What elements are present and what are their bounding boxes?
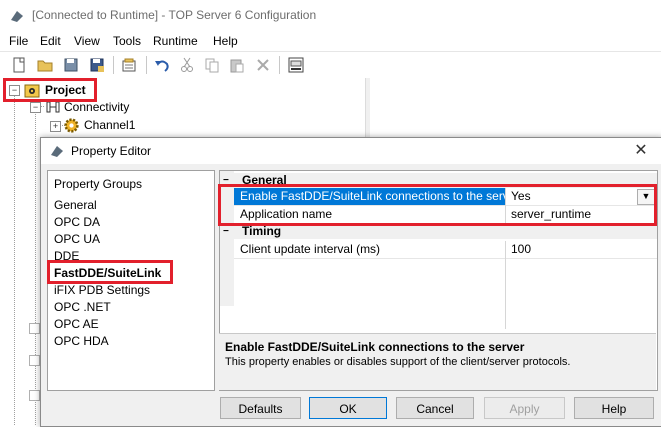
group-general[interactable]: General: [54, 198, 97, 212]
apply-button[interactable]: Apply: [484, 397, 565, 419]
tree-expand-toggle[interactable]: [29, 390, 40, 401]
delete-icon[interactable]: [254, 56, 272, 74]
app-icon: [11, 11, 23, 22]
tree-item-connectivity[interactable]: Connectivity: [64, 100, 129, 114]
tree-guide-line: [14, 96, 15, 425]
menu-view[interactable]: View: [74, 34, 100, 48]
property-editor-dialog: Property Editor ✕ Property Groups Genera…: [40, 137, 661, 427]
tree-guide-line: [35, 112, 36, 425]
property-value-client-interval[interactable]: 100: [511, 242, 531, 256]
properties-icon[interactable]: [120, 56, 138, 74]
toolbar-separator: [279, 56, 280, 74]
menu-edit[interactable]: Edit: [40, 34, 61, 48]
toolbar-separator: [113, 56, 114, 74]
cut-icon[interactable]: [178, 56, 196, 74]
dialog-title: Property Editor: [71, 144, 152, 158]
dialog-title-bar: Property Editor ✕: [41, 138, 661, 164]
menu-runtime[interactable]: Runtime: [153, 34, 198, 48]
menu-help[interactable]: Help: [213, 34, 238, 48]
category-timing[interactable]: − Timing: [220, 224, 657, 239]
property-description: Enable FastDDE/SuiteLink connections to …: [219, 333, 656, 390]
undo-icon[interactable]: [153, 56, 171, 74]
description-title: Enable FastDDE/SuiteLink connections to …: [225, 340, 525, 354]
open-icon[interactable]: [36, 56, 54, 74]
toolbar: [0, 51, 661, 79]
property-groups-header: Property Groups: [54, 177, 143, 191]
description-text: This property enables or disables suppor…: [225, 356, 571, 368]
ok-button[interactable]: OK: [309, 397, 387, 419]
menu-bar: File Edit View Tools Runtime Help: [0, 32, 661, 50]
menu-tools[interactable]: Tools: [113, 34, 141, 48]
grid-column-divider[interactable]: [505, 241, 506, 329]
window-title: [Connected to Runtime] - TOP Server 6 Co…: [32, 8, 317, 22]
new-icon[interactable]: [10, 56, 28, 74]
group-opc-ae[interactable]: OPC AE: [54, 317, 99, 331]
toolbar-separator: [146, 56, 147, 74]
group-opc-net[interactable]: OPC .NET: [54, 300, 111, 314]
category-timing-label: Timing: [242, 224, 282, 238]
menu-file[interactable]: File: [9, 34, 28, 48]
quick-client-icon[interactable]: [287, 56, 305, 74]
paste-icon[interactable]: [228, 56, 246, 74]
group-opc-ua[interactable]: OPC UA: [54, 232, 100, 246]
help-button[interactable]: Help: [574, 397, 654, 419]
property-row-client-interval[interactable]: Client update interval (ms) 100: [234, 241, 657, 259]
tree-item-channel1[interactable]: Channel1: [84, 118, 135, 132]
tree-expand-toggle[interactable]: [29, 355, 40, 366]
defaults-button[interactable]: Defaults: [220, 397, 301, 419]
tree-expand-toggle[interactable]: [29, 323, 40, 334]
properties-highlight: [218, 184, 657, 226]
project-highlight: [3, 78, 97, 102]
group-opc-hda[interactable]: OPC HDA: [54, 334, 109, 348]
group-ifix-pdb-settings[interactable]: iFIX PDB Settings: [54, 283, 150, 297]
group-opc-da[interactable]: OPC DA: [54, 215, 100, 229]
save-icon[interactable]: [62, 56, 80, 74]
channel-gear-icon: [64, 118, 79, 133]
channel1-expand-toggle[interactable]: +: [50, 121, 61, 132]
dialog-app-icon: [51, 146, 63, 157]
copy-icon[interactable]: [203, 56, 221, 74]
connectivity-collapse-toggle[interactable]: −: [30, 102, 41, 113]
property-name-client-interval: Client update interval (ms): [240, 242, 381, 256]
selected-group-highlight: [47, 260, 173, 284]
close-icon[interactable]: ✕: [631, 141, 651, 161]
collapse-icon[interactable]: −: [223, 226, 229, 237]
title-bar: [Connected to Runtime] - TOP Server 6 Co…: [0, 0, 661, 32]
cancel-button[interactable]: Cancel: [396, 397, 474, 419]
save-as-icon[interactable]: [88, 56, 106, 74]
